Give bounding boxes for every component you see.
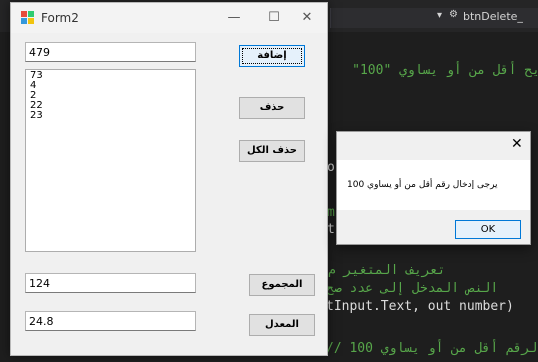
ok-button[interactable]: OK: [455, 220, 521, 239]
message-box: ✕ يرجى إدخال رقم أقل من أو يساوي 100 OK: [336, 131, 531, 245]
numbers-listbox[interactable]: 73 4 2 22 23: [25, 69, 196, 252]
code-line: t: [327, 222, 335, 237]
title-bar[interactable]: Form2 — ☐ ✕: [11, 3, 327, 33]
form2-window: Form2 — ☐ ✕ 479 73 4 2 22 23 124 24.8 إض…: [10, 2, 328, 356]
list-item[interactable]: 4: [30, 81, 191, 91]
sum-output[interactable]: 124: [25, 273, 196, 293]
list-item[interactable]: 2: [30, 91, 191, 101]
code-line: يح أقل من أو يساوي "100": [352, 63, 538, 78]
list-item[interactable]: 73: [30, 71, 191, 81]
code-line: tInput.Text, out number): [326, 299, 514, 314]
number-input[interactable]: 479: [25, 42, 196, 62]
list-item[interactable]: 23: [30, 111, 191, 121]
code-line: o: [327, 160, 335, 175]
minimize-button[interactable]: —: [221, 8, 247, 28]
code-line: ق من أن الرقم أقل من أو يساوي 100 //: [326, 341, 538, 356]
window-title: Form2: [41, 11, 79, 25]
code-line: النص المدخل إلى عدد صح: [326, 281, 499, 296]
delete-button[interactable]: حذف: [239, 97, 305, 119]
code-line: m: [327, 205, 335, 220]
close-icon[interactable]: ✕: [511, 136, 523, 152]
chevron-down-icon[interactable]: ▾: [437, 10, 442, 21]
message-text: يرجى إدخال رقم أقل من أو يساوي 100: [347, 180, 498, 190]
message-body: يرجى إدخال رقم أقل من أو يساوي 100: [337, 160, 530, 210]
average-output[interactable]: 24.8: [25, 311, 196, 331]
add-button[interactable]: إضافة: [239, 45, 305, 67]
member-dropdown-value: btnDelete_: [463, 10, 523, 23]
maximize-button[interactable]: ☐: [261, 8, 287, 28]
close-button[interactable]: ✕: [294, 8, 320, 28]
average-button[interactable]: المعدل: [249, 314, 315, 336]
form-app-icon: [21, 11, 35, 25]
delete-all-button[interactable]: حذف الكل: [239, 140, 305, 162]
method-icon: ⚙: [449, 9, 458, 20]
list-item[interactable]: 22: [30, 101, 191, 111]
code-line: تعريف المتغير م: [328, 263, 446, 278]
sum-button[interactable]: المجموع: [249, 274, 315, 296]
